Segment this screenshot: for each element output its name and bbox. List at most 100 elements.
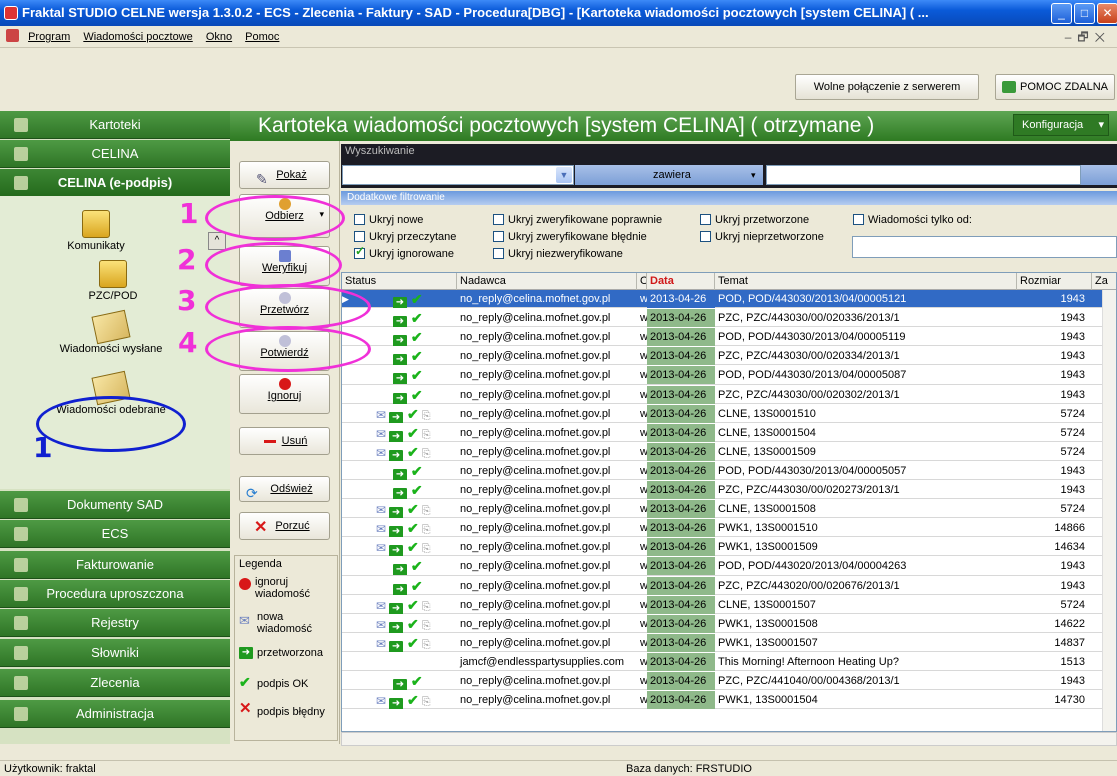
- filter-hide-new[interactable]: Ukryj nowe: [354, 214, 423, 227]
- filter-only-from[interactable]: Wiadomości tylko od:: [853, 214, 972, 227]
- legend-sig-bad: ✕ podpis błędny: [239, 700, 325, 718]
- only-from-input[interactable]: [852, 236, 1117, 258]
- panel-sent-messages[interactable]: Wiadomości wysłane: [46, 309, 176, 355]
- delete-button[interactable]: Usuń: [239, 427, 330, 455]
- table-row[interactable]: ➜ ✔no_reply@celina.mofnet.gov.plw2013-04…: [342, 347, 1104, 366]
- table-row[interactable]: ✉➜ ✔ ⎘no_reply@celina.mofnet.gov.plw2013…: [342, 500, 1104, 519]
- col-subject[interactable]: Temat: [715, 273, 1017, 290]
- filter-hide-unverified[interactable]: Ukryj niezweryfikowane: [493, 248, 623, 261]
- nav-ecs[interactable]: ECS: [0, 520, 230, 548]
- table-row[interactable]: ➜ ✔no_reply@celina.mofnet.gov.plw2013-04…: [342, 366, 1104, 385]
- check-icon: ✔: [403, 634, 419, 651]
- show-button[interactable]: ✎ Pokaż: [239, 161, 330, 189]
- table-row[interactable]: ▶➜ ✔no_reply@celina.mofnet.gov.plw2013-0…: [342, 290, 1104, 309]
- refresh-button[interactable]: ⟳ Odśwież: [239, 476, 330, 502]
- maximize-button[interactable]: □: [1074, 3, 1095, 24]
- folder-icon: [14, 118, 28, 132]
- nav-zlecenia[interactable]: Zlecenia: [0, 669, 230, 697]
- size-cell: 1943: [1060, 312, 1085, 325]
- envelope-icon: ✉: [376, 503, 387, 518]
- filter-hide-processed[interactable]: Ukryj przetworzone: [700, 214, 809, 227]
- filter-hide-verified-bad[interactable]: Ukryj zweryfikowane błędnie: [493, 231, 647, 244]
- minimize-button[interactable]: _: [1051, 3, 1072, 24]
- size-cell: 5724: [1060, 445, 1085, 458]
- table-row[interactable]: ➜ ✔no_reply@celina.mofnet.gov.plw2013-04…: [342, 309, 1104, 328]
- nav-fakturowanie[interactable]: Fakturowanie: [0, 551, 230, 579]
- menu-help[interactable]: Pomoc: [245, 26, 279, 48]
- col-status[interactable]: Status: [342, 273, 457, 290]
- nav-slowniki[interactable]: Słowniki: [0, 639, 230, 667]
- arrow-icon: ➜: [389, 698, 404, 710]
- table-row[interactable]: ➜ ✔no_reply@celina.mofnet.gov.plw2013-04…: [342, 576, 1104, 595]
- arrow-icon: ➜: [389, 545, 404, 557]
- table-row[interactable]: ✉➜ ✔ ⎘no_reply@celina.mofnet.gov.plw2013…: [342, 614, 1104, 633]
- subject-cell: PWK1, 13S0001504: [718, 694, 818, 707]
- menu-mail[interactable]: Wiadomości pocztowe: [83, 26, 192, 48]
- remote-help-button[interactable]: POMOC ZDALNA: [995, 74, 1115, 100]
- table-row[interactable]: ✉➜ ✔ ⎘no_reply@celina.mofnet.gov.plw2013…: [342, 442, 1104, 461]
- vertical-scrollbar[interactable]: [1102, 290, 1116, 731]
- table-row[interactable]: ✉➜ ✔ ⎘no_reply@celina.mofnet.gov.plw2013…: [342, 423, 1104, 442]
- nav-celina[interactable]: CELINA: [0, 140, 230, 168]
- col-size[interactable]: Rozmiar: [1017, 273, 1092, 290]
- filter-hide-ignored[interactable]: Ukryj ignorowane: [354, 245, 454, 261]
- table-row[interactable]: ✉➜ ✔ ⎘no_reply@celina.mofnet.gov.plw2013…: [342, 538, 1104, 557]
- table-row[interactable]: ➜ ✔no_reply@celina.mofnet.gov.plw2013-04…: [342, 672, 1104, 691]
- col-date[interactable]: Data: [647, 273, 715, 290]
- menu-window[interactable]: Okno: [206, 26, 232, 48]
- close-button[interactable]: ✕: [1097, 3, 1117, 24]
- col-o[interactable]: O: [637, 273, 647, 290]
- table-row[interactable]: ➜ ✔no_reply@celina.mofnet.gov.plw2013-04…: [342, 328, 1104, 347]
- abandon-button[interactable]: ✕ Porzuć: [239, 512, 330, 540]
- nav-rejestry[interactable]: Rejestry: [0, 609, 230, 637]
- nav-sad[interactable]: Dokumenty SAD: [0, 491, 230, 519]
- subject-cell: PZC, PZC/443030/00/020336/2013/1: [718, 312, 900, 325]
- horizontal-scrollbar[interactable]: [341, 732, 1117, 746]
- status-cell: ➜ ✔: [342, 481, 457, 499]
- filter-hide-verified-ok[interactable]: Ukryj zweryfikowane poprawnie: [493, 214, 662, 227]
- col-za[interactable]: Za: [1092, 273, 1116, 290]
- nav-administracja[interactable]: Administracja: [0, 700, 230, 728]
- config-dropdown[interactable]: Konfiguracja ▾: [1013, 114, 1109, 136]
- filter-hide-unprocessed[interactable]: Ukryj nieprzetworzone: [700, 231, 824, 244]
- date-cell: 2013-04-26: [647, 595, 715, 614]
- col-sender[interactable]: Nadawca: [457, 273, 637, 290]
- search-mode-select[interactable]: zawiera ▾: [575, 165, 763, 185]
- table-row[interactable]: ➜ ✔no_reply@celina.mofnet.gov.plw2013-04…: [342, 385, 1104, 404]
- collapse-button[interactable]: ^: [208, 232, 226, 250]
- date-cell: 2013-04-26: [647, 385, 715, 404]
- table-row[interactable]: ➜ ✔no_reply@celina.mofnet.gov.plw2013-04…: [342, 481, 1104, 500]
- pointer-icon: ✎: [256, 171, 268, 187]
- table-row[interactable]: ✉➜ ✔ ⎘no_reply@celina.mofnet.gov.plw2013…: [342, 519, 1104, 538]
- table-row[interactable]: ➜ ✔no_reply@celina.mofnet.gov.plw2013-04…: [342, 557, 1104, 576]
- size-cell: 1943: [1060, 293, 1085, 305]
- table-row[interactable]: ✉➜ ✔ ⎘no_reply@celina.mofnet.gov.plw2013…: [342, 595, 1104, 614]
- filter-hide-read[interactable]: Ukryj przeczytane: [354, 231, 456, 244]
- table-row[interactable]: ✉➜ ✔ ⎘no_reply@celina.mofnet.gov.plw2013…: [342, 404, 1104, 423]
- table-row[interactable]: ➜ ✔no_reply@celina.mofnet.gov.plw2013-04…: [342, 461, 1104, 481]
- o-cell: w: [637, 596, 647, 614]
- nav-celina-epodpis[interactable]: CELINA (e-podpis): [0, 169, 230, 197]
- search-field-select[interactable]: ▼: [342, 165, 574, 185]
- envelope-icon: ✉: [376, 694, 387, 709]
- panel-komunikaty[interactable]: Komunikaty: [31, 210, 161, 252]
- table-row[interactable]: ✉➜ ✔ ⎘no_reply@celina.mofnet.gov.plw2013…: [342, 691, 1104, 710]
- search-mode-dropdown[interactable]: [1081, 165, 1117, 185]
- table-row[interactable]: ✉➜ ✔ ⎘no_reply@celina.mofnet.gov.plw2013…: [342, 633, 1104, 652]
- o-cell: w: [637, 290, 647, 308]
- envelope-icon: ✉: [376, 598, 387, 613]
- arrow-icon: ➜: [389, 640, 404, 652]
- free-connection-button[interactable]: Wolne połączenie z serwerem: [795, 74, 979, 100]
- panel-pzc-pod[interactable]: PZC/POD: [48, 260, 178, 302]
- menu-program[interactable]: Program: [28, 26, 70, 48]
- mdi-controls[interactable]: –🗗✕: [1065, 26, 1111, 48]
- ignore-button[interactable]: Ignoruj: [239, 374, 330, 414]
- nav-procedura[interactable]: Procedura uproszczona: [0, 580, 230, 608]
- nav-kartoteki[interactable]: Kartoteki: [0, 111, 230, 139]
- table-row[interactable]: jamcf@endlesspartysupplies.com w2013-04-2…: [342, 652, 1104, 672]
- o-cell: w: [637, 500, 647, 518]
- subject-cell: PWK1, 13S0001508: [718, 617, 818, 630]
- app-menu-icon[interactable]: [6, 29, 19, 42]
- search-input[interactable]: [766, 165, 1081, 185]
- annotation-ellipse-3: [205, 284, 371, 330]
